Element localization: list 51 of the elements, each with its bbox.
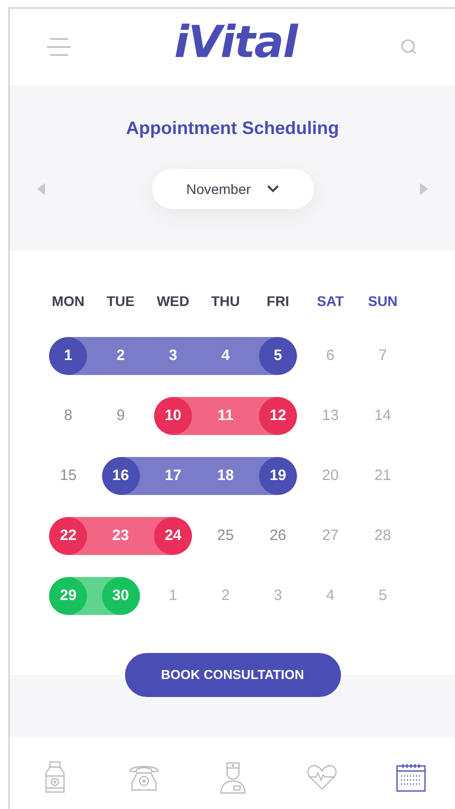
weekday-label: THU: [210, 292, 241, 311]
calendar-day[interactable]: 17: [164, 464, 182, 488]
calendar-day[interactable]: 1: [168, 584, 178, 608]
calendar-day[interactable]: 25: [217, 524, 234, 548]
calendar-day[interactable]: 26: [270, 524, 286, 548]
weekday-label: TUE: [106, 292, 136, 311]
calendar-day[interactable]: 13: [322, 404, 339, 428]
calendar-day[interactable]: 6: [326, 344, 335, 368]
heart-pulse-icon[interactable]: [306, 763, 338, 791]
calendar-icon[interactable]: [394, 762, 426, 792]
month-dropdown[interactable]: November: [152, 169, 314, 209]
next-arrow-icon[interactable]: [419, 182, 429, 196]
calendar-day[interactable]: 14: [374, 404, 392, 428]
calendar-day[interactable]: 3: [168, 344, 178, 368]
weekday-label: SUN: [366, 292, 399, 311]
page-title: Appointment Scheduling: [126, 117, 339, 140]
calendar-day[interactable]: 5: [378, 584, 387, 608]
calendar-day[interactable]: 18: [217, 464, 234, 488]
booked-day[interactable]: 16: [102, 457, 140, 495]
calendar-day[interactable]: 15: [60, 464, 77, 488]
calendar-day[interactable]: 9: [116, 404, 125, 428]
booked-day[interactable]: 24: [154, 517, 192, 555]
book-consultation-button[interactable]: BOOK CONSULTATION: [124, 653, 340, 697]
calendar-day[interactable]: 4: [221, 344, 230, 368]
calendar-day[interactable]: 8: [64, 404, 72, 428]
calendar-day[interactable]: 2: [116, 344, 125, 368]
weekday-label: MON: [50, 292, 86, 311]
app-logo: iVital: [174, 21, 297, 65]
calendar-day[interactable]: 2: [221, 584, 230, 608]
calendar-day[interactable]: 28: [374, 524, 392, 548]
previous-arrow-icon[interactable]: [36, 182, 46, 196]
calendar-day[interactable]: 27: [322, 524, 339, 548]
calendar-day[interactable]: 20: [322, 464, 339, 488]
calendar-day[interactable]: 21: [374, 464, 392, 488]
weekday-label: SAT: [316, 292, 345, 311]
weekday-label: WED: [156, 292, 190, 311]
booked-day[interactable]: 30: [102, 577, 140, 615]
calendar-day[interactable]: 7: [378, 344, 387, 368]
booked-day[interactable]: 10: [154, 397, 192, 435]
calendar-day[interactable]: 3: [274, 584, 282, 608]
doctor-icon[interactable]: [218, 760, 248, 794]
bottle-icon[interactable]: [44, 761, 66, 793]
menu-icon[interactable]: [46, 38, 72, 56]
calendar-day[interactable]: 23: [112, 524, 129, 548]
booked-day[interactable]: 22: [49, 517, 88, 555]
chevron-down-icon: [266, 185, 279, 193]
weekday-label: FRI: [266, 292, 290, 311]
calendar-day[interactable]: 11: [218, 404, 234, 428]
calendar-day[interactable]: 4: [326, 584, 335, 608]
booked-day[interactable]: 29: [49, 577, 88, 615]
booked-day[interactable]: 1: [49, 337, 88, 375]
